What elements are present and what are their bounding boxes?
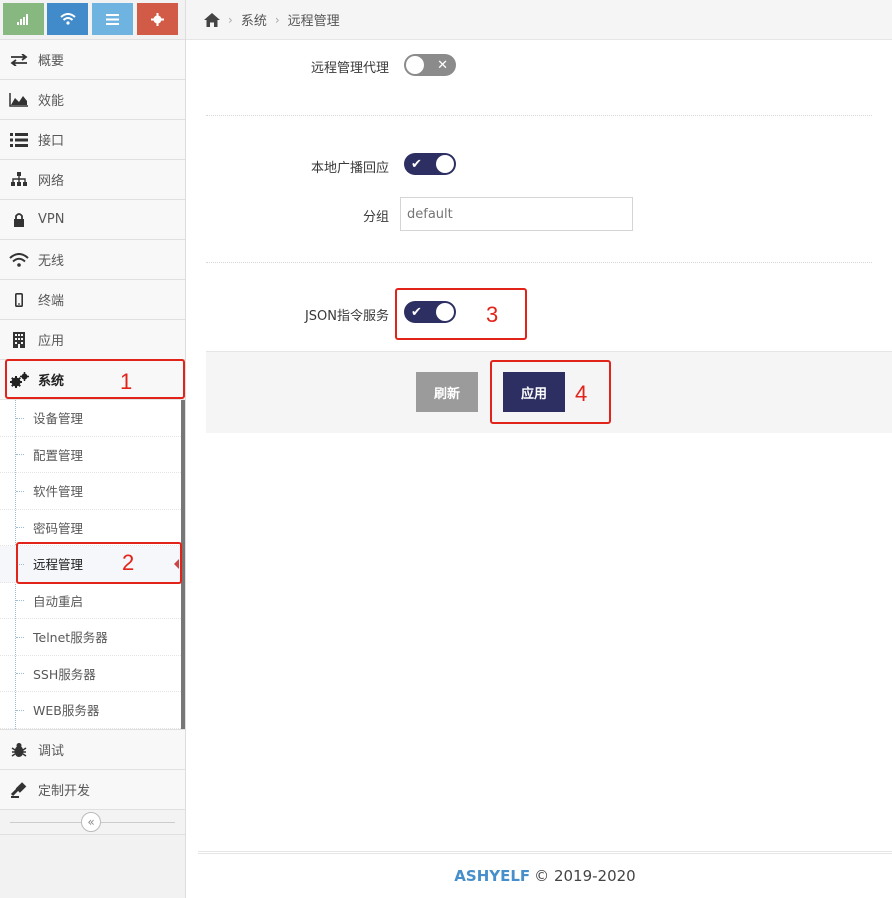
sidebar-item-label: 效能 <box>38 94 65 109</box>
list-icon <box>106 13 119 25</box>
submenu-item-web[interactable]: WEB服务器 <box>0 692 181 729</box>
shortcut-bar <box>0 0 186 40</box>
annotation-label-4: 4 <box>575 381 588 406</box>
submenu-item-ssh[interactable]: SSH服务器 <box>0 656 181 692</box>
breadcrumb-separator: › <box>274 12 280 27</box>
annotation-label-2: 2 <box>122 550 135 575</box>
sidebar-item-label: 终端 <box>38 294 65 309</box>
group-input[interactable] <box>400 197 633 231</box>
refresh-button[interactable]: 刷新 <box>416 372 478 412</box>
wifi-icon <box>59 13 76 25</box>
sidebar-collapse-bar: « <box>0 809 185 835</box>
submenu-item-password[interactable]: 密码管理 <box>0 510 181 546</box>
sidebar-item-custom-dev[interactable]: 定制开发 <box>0 769 185 809</box>
json-service-label: JSON指令服务 <box>304 309 389 324</box>
section-divider <box>206 262 872 263</box>
sidebar-item-terminal[interactable]: 终端 <box>0 279 185 319</box>
annotation-box-2 <box>16 542 182 584</box>
gavel-icon <box>0 781 38 798</box>
submenu-item-label: 自动重启 <box>33 593 84 609</box>
double-chevron-left-icon: « <box>87 815 95 829</box>
sidebar: 概要 效能 接口 网络 VPN 无线 终端 应用 系统 设备管理 配置管理 软件… <box>0 0 186 898</box>
sidebar-item-interface[interactable]: 接口 <box>0 119 185 159</box>
sidebar-item-label: 无线 <box>38 254 65 269</box>
breadcrumb-system[interactable]: 系统 <box>241 10 267 29</box>
sidebar-item-label: 定制开发 <box>38 784 91 799</box>
breadcrumb: › 系统 › 远程管理 <box>186 0 892 40</box>
submenu-item-label: SSH服务器 <box>33 666 96 682</box>
broadcast-label: 本地广播回应 <box>310 161 389 176</box>
bug-icon <box>0 742 38 758</box>
lock-icon <box>0 212 38 227</box>
annotation-label-1: 1 <box>120 369 133 394</box>
submenu-item-device[interactable]: 设备管理 <box>0 400 181 437</box>
close-icon: ✕ <box>437 57 448 73</box>
submenu-item-label: 设备管理 <box>33 411 84 427</box>
group-label: 分组 <box>362 210 389 225</box>
submenu-item-telnet[interactable]: Telnet服务器 <box>0 619 181 656</box>
sidebar-item-label: VPN <box>38 212 65 227</box>
sidebar-item-network[interactable]: 网络 <box>0 159 185 199</box>
sidebar-item-label: 概要 <box>38 54 65 69</box>
wifi-icon <box>0 252 38 267</box>
sitemap-icon <box>0 172 38 187</box>
list-icon <box>0 132 38 147</box>
gear-icon <box>151 12 164 26</box>
mobile-icon <box>0 292 38 307</box>
sidebar-item-performance[interactable]: 效能 <box>0 79 185 119</box>
submenu-item-label: 软件管理 <box>33 484 84 500</box>
sidebar-item-label: 调试 <box>38 744 65 759</box>
main-content: 远程管理代理 ✕ 本地广播回应 ✔ 分组 JSON指令服务 ✔ 刷新 应用 <box>186 40 892 898</box>
signal-shortcut-button[interactable] <box>3 3 44 35</box>
settings-shortcut-button[interactable] <box>137 3 178 35</box>
sidebar-item-wireless[interactable]: 无线 <box>0 239 185 279</box>
wifi-shortcut-button[interactable] <box>47 3 88 35</box>
section-divider <box>206 115 872 116</box>
sidebar-item-apps[interactable]: 应用 <box>0 319 185 359</box>
submenu-item-autoreboot[interactable]: 自动重启 <box>0 583 181 619</box>
signal-icon <box>16 14 28 25</box>
sidebar-item-label: 网络 <box>38 174 65 189</box>
annotation-label-3: 3 <box>486 302 499 327</box>
remote-proxy-label: 远程管理代理 <box>310 61 389 76</box>
footer: ASHYELF © 2019-2020 <box>198 851 892 898</box>
sidebar-item-vpn[interactable]: VPN <box>0 199 185 239</box>
remote-proxy-toggle[interactable]: ✕ <box>404 54 456 76</box>
submenu-item-label: Telnet服务器 <box>33 630 108 646</box>
submenu-item-config[interactable]: 配置管理 <box>0 437 181 473</box>
area-chart-icon <box>0 92 38 107</box>
breadcrumb-separator: › <box>228 12 233 27</box>
submenu-item-software[interactable]: 软件管理 <box>0 473 181 510</box>
breadcrumb-current: 远程管理 <box>287 14 340 29</box>
broadcast-toggle[interactable]: ✔ <box>404 153 456 175</box>
annotation-box-1 <box>5 359 185 399</box>
footer-copyright: © 2019-2020 <box>534 867 636 885</box>
exchange-icon <box>0 53 38 66</box>
sidebar-item-debug[interactable]: 调试 <box>0 729 185 769</box>
sidebar-item-overview[interactable]: 概要 <box>0 39 185 79</box>
submenu-item-label: 密码管理 <box>33 520 84 536</box>
annotation-box-3 <box>395 288 527 340</box>
list-shortcut-button[interactable] <box>92 3 133 35</box>
check-icon: ✔ <box>411 156 422 172</box>
collapse-sidebar-button[interactable]: « <box>81 812 101 832</box>
annotation-box-4 <box>490 360 611 424</box>
home-icon[interactable] <box>204 12 220 27</box>
sidebar-item-label: 接口 <box>38 134 65 149</box>
submenu-item-label: 配置管理 <box>33 447 84 463</box>
footer-brand: ASHYELF <box>454 867 531 885</box>
building-icon <box>0 331 38 348</box>
sidebar-item-label: 应用 <box>38 334 65 349</box>
submenu-item-label: WEB服务器 <box>33 703 100 719</box>
